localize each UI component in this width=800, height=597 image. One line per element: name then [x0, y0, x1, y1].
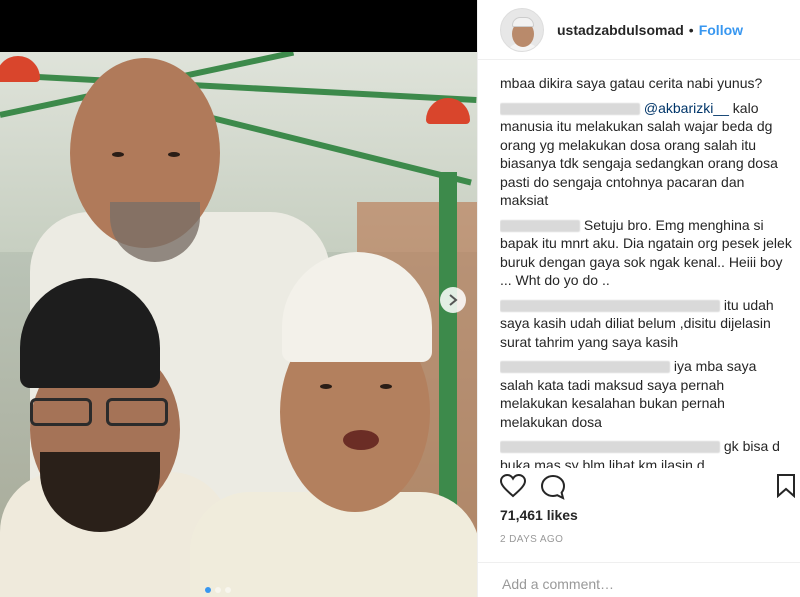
chevron-right-icon	[449, 294, 458, 306]
post-media	[0, 0, 477, 597]
comment-mention[interactable]: @akbarizki__	[644, 100, 729, 116]
avatar[interactable]	[500, 7, 544, 52]
bookmark-icon[interactable]	[777, 474, 795, 498]
post-photo[interactable]	[0, 52, 477, 597]
redacted-username	[500, 441, 720, 454]
redacted-username	[500, 361, 670, 374]
follow-button[interactable]: Follow	[699, 22, 743, 38]
heart-icon[interactable]	[500, 474, 526, 498]
carousel-dot	[215, 587, 221, 593]
post-header: ustadzabdulsomad • Follow	[478, 0, 800, 60]
comment-text: kalo manusia itu melakukan salah wajar b…	[500, 99, 778, 209]
glasses	[106, 398, 168, 426]
carousel-dot	[205, 587, 211, 593]
glasses	[30, 398, 92, 426]
eye	[112, 152, 124, 157]
mouth	[343, 430, 379, 450]
redacted-username	[500, 299, 720, 312]
likes-count[interactable]: 71,461 likes	[500, 507, 578, 523]
comment: mbaa dikira saya gatau cerita nabi yunus…	[500, 74, 792, 93]
comment: iya mba saya salah kata tadi maksud saya…	[500, 357, 792, 431]
next-image-button[interactable]	[440, 287, 466, 313]
username[interactable]: ustadzabdulsomad	[557, 22, 684, 38]
carousel-dot	[225, 587, 231, 593]
avatar-cap	[512, 16, 534, 27]
carousel-dots	[205, 587, 231, 593]
comment: gk bisa d buka mas sy blm lihat km jlasi…	[500, 437, 792, 468]
comment-text: mbaa dikira saya gatau cerita nabi yunus…	[500, 75, 763, 91]
separator: •	[688, 21, 694, 38]
eye	[320, 384, 332, 389]
eye	[168, 152, 180, 157]
post-time[interactable]: 2 DAYS AGO	[500, 534, 563, 545]
redacted-username	[500, 219, 580, 232]
add-comment-input[interactable]: Add a comment…	[478, 562, 800, 597]
comment-icon[interactable]	[540, 474, 566, 500]
action-bar	[500, 474, 795, 502]
comment: @akbarizki__ kalo manusia itu melakukan …	[500, 99, 792, 210]
comment: itu udah saya kasih udah diliat belum ,d…	[500, 296, 792, 352]
redacted-username	[500, 102, 640, 115]
comment: Setuju bro. Emg menghina si bapak itu mn…	[500, 216, 792, 290]
post-sidebar: ustadzabdulsomad • Follow mbaa dikira sa…	[477, 0, 800, 597]
eye	[380, 384, 392, 389]
comments-list[interactable]: mbaa dikira saya gatau cerita nabi yunus…	[500, 60, 792, 468]
